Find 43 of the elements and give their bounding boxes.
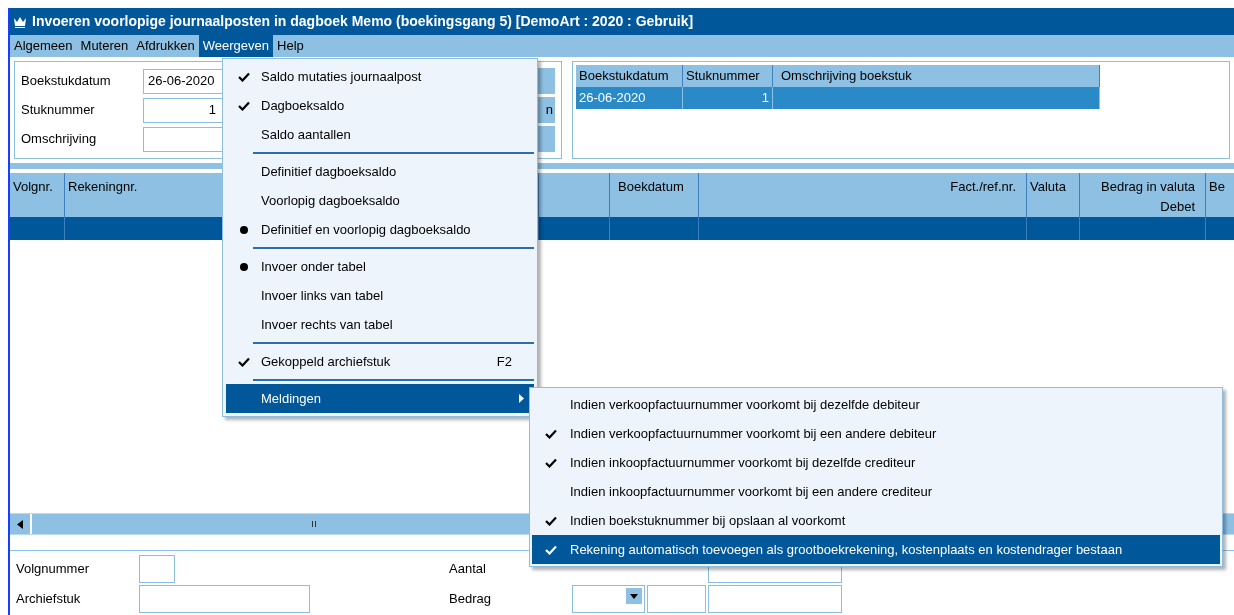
menu-item[interactable]: Indien inkoopfactuurnummer voorkomt bij dezelfde crediteur (532, 448, 1220, 477)
table-cell: 1 (683, 87, 773, 109)
scroll-grip-icon (312, 521, 316, 527)
table-cell: 26-06-2020 (576, 87, 683, 109)
table-cell (1027, 217, 1080, 240)
field-label: Archiefstuk (16, 590, 82, 609)
menu-bar-item[interactable]: Muteren (76, 35, 133, 57)
menu-item[interactable]: Invoer links van tabel (226, 281, 534, 310)
input-field[interactable] (139, 585, 310, 613)
menu-item[interactable]: Saldo aantallen (226, 120, 534, 149)
menu-item[interactable]: Indien verkoopfactuurnummer voorkomt bij dezelfde debiteur (532, 390, 1220, 419)
menu-item[interactable]: Meldingen (226, 384, 534, 413)
field-label: Stuknummer (21, 101, 96, 120)
menu-item[interactable]: Invoer rechts van tabel (226, 310, 534, 339)
field-label: Omschrijving (21, 130, 98, 149)
menu-item[interactable]: Invoer onder tabel (226, 252, 534, 281)
menu-bar-item[interactable]: Algemeen (10, 35, 77, 57)
menu-item[interactable]: Definitief dagboeksaldo (226, 157, 534, 186)
input-field[interactable] (647, 585, 706, 613)
menu-bar-item[interactable]: Help (273, 35, 308, 57)
menu-item[interactable]: Rekening automatisch toevoegen als grootboekrekening, kostenplaats en kostendrager bestaan (532, 535, 1220, 564)
menu-item[interactable]: Indien inkoopfactuurnummer voorkomt bij een andere crediteur (532, 477, 1220, 506)
field-label: Boekstukdatum (21, 72, 112, 91)
field-label: Aantal (449, 560, 487, 579)
menu-item[interactable]: Voorlopig dagboeksaldo (226, 186, 534, 215)
menu-bar-item[interactable]: Weergeven (198, 35, 274, 57)
field-label: Bedrag (449, 590, 492, 609)
menu-bar-item[interactable]: Afdrukken (132, 35, 199, 57)
table-cell (10, 217, 65, 240)
window-title: Invoeren voorlopige journaalposten in dagboek Memo (boekingsgang 5) [DemoArt : 2020 : Gebruik] (32, 12, 694, 31)
scroll-left-icon[interactable] (17, 519, 23, 529)
menu-item[interactable]: Definitief en voorlopig dagboeksaldo (226, 215, 534, 244)
input-field[interactable] (139, 555, 175, 583)
table-row[interactable]: 26-06-2020 1 (576, 87, 1100, 109)
table-cell (539, 217, 610, 240)
menu-item[interactable]: Gekoppeld archiefstuk F2 (226, 347, 534, 376)
menu-item[interactable]: Indien boekstuknummer bij opslaan al voorkomt (532, 506, 1220, 535)
submenu-arrow-icon (519, 394, 524, 403)
menu-item[interactable]: Indien verkoopfactuurnummer voorkomt bij een andere debiteur (532, 419, 1220, 448)
input-field[interactable] (708, 585, 842, 613)
field-label: Volgnummer (16, 560, 90, 579)
dropdown-field[interactable] (572, 585, 645, 613)
table-cell (1206, 217, 1234, 240)
